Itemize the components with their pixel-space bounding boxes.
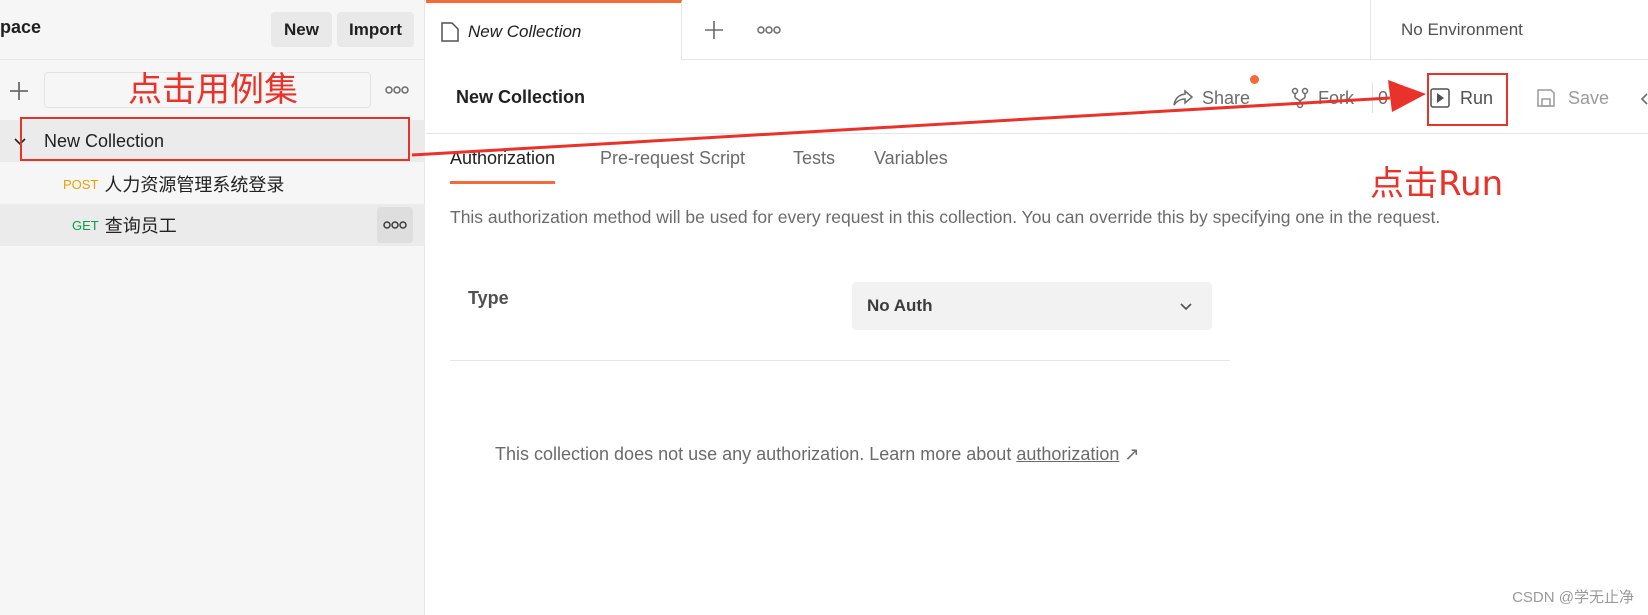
annotation-arrow bbox=[411, 80, 1426, 157]
watermark: CSDN @学无止净 bbox=[1512, 589, 1634, 606]
